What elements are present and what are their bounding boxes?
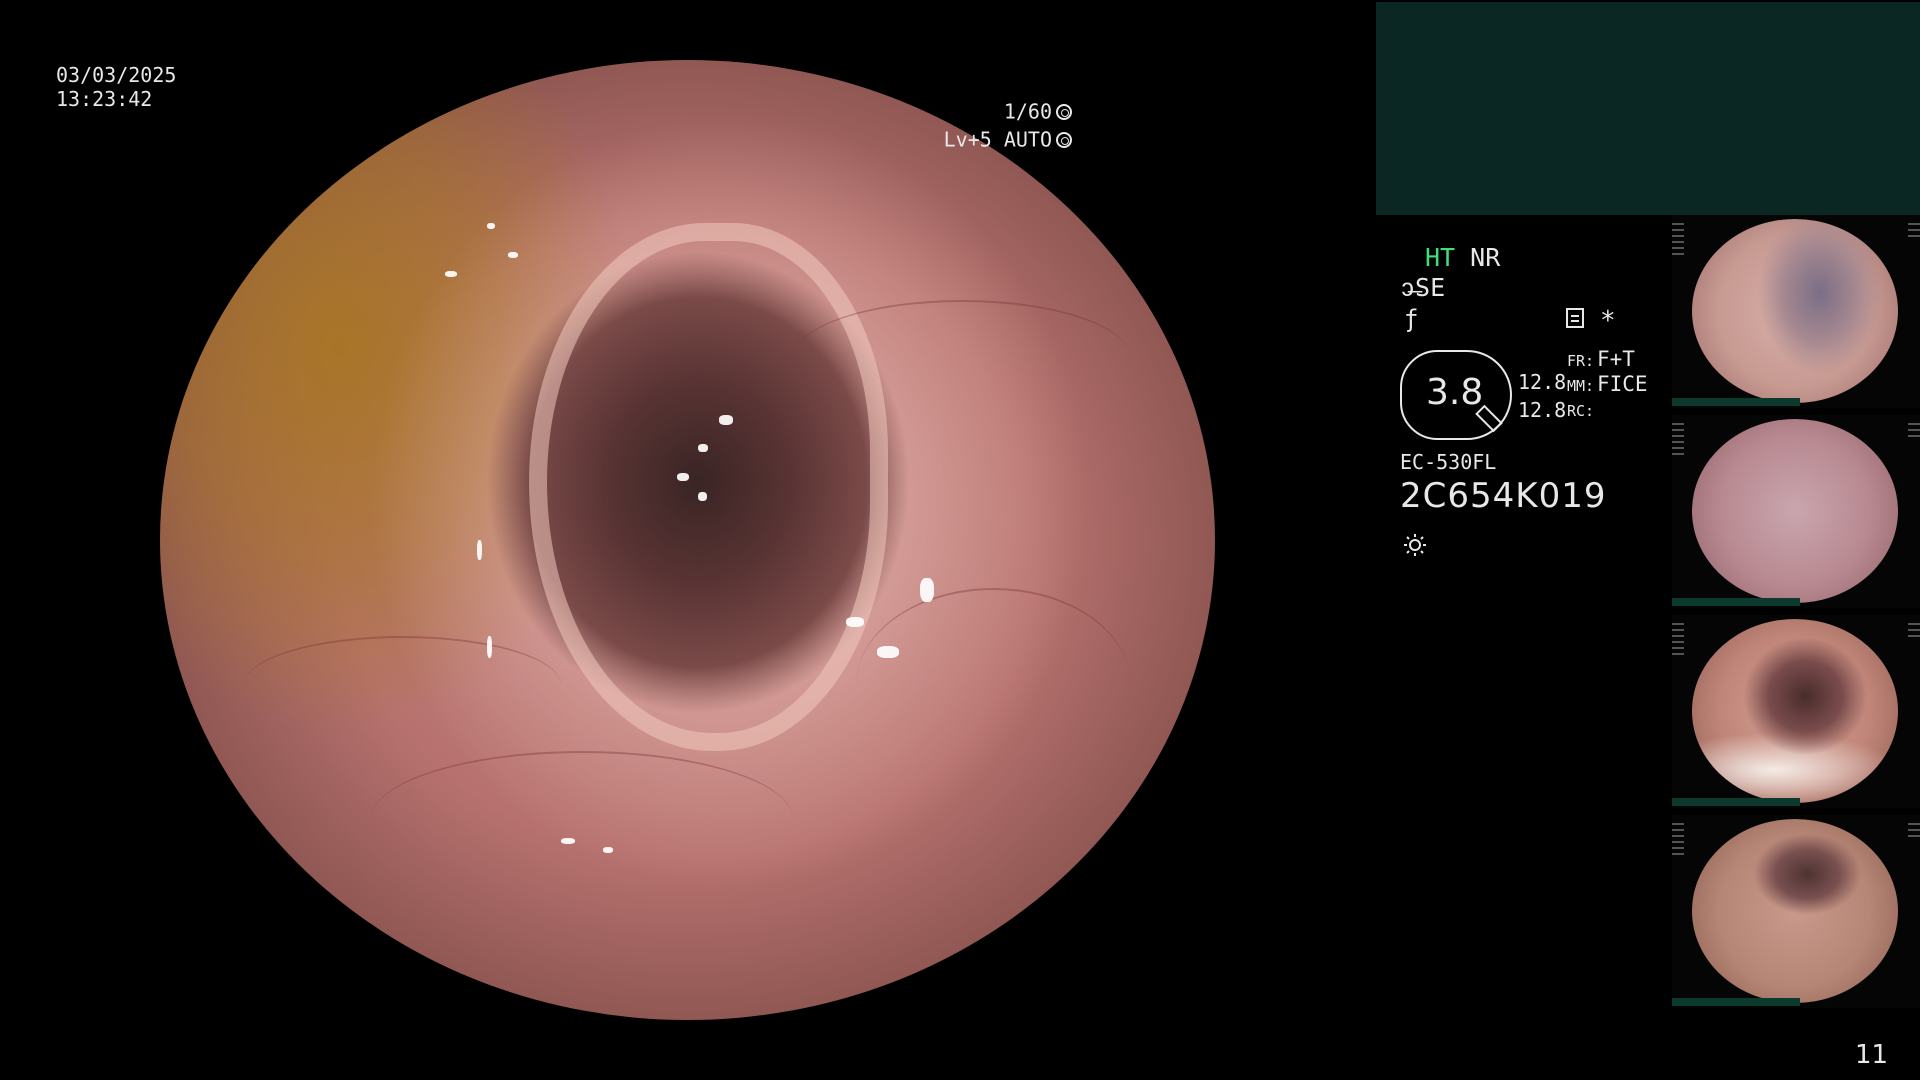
thumbnail-4[interactable] [1672,815,1920,1008]
thumbnail-2[interactable] [1672,415,1920,608]
nr-label: NR [1470,243,1501,272]
shutter-readout: 1/60 [1004,98,1072,124]
star-indicator: * [1600,306,1616,336]
date-text: 03/03/2025 [56,63,177,87]
zoom-value: 3.8 [1426,372,1484,413]
scissor-icon: ↄ̶ [1400,273,1416,302]
endoscope-view [160,60,1215,1020]
fstop-symbol: ƒ [1404,305,1419,333]
info-panel-header [1376,2,1920,215]
thumbnail-3[interactable] [1672,615,1920,808]
fr-label: FR: [1567,352,1595,370]
shutter-text: 1/60 [1003,99,1052,124]
sun-icon [1404,534,1426,556]
datetime-readout: 03/03/2025 13:23:42 [56,63,176,111]
ht-label: HT [1425,243,1456,272]
lumen-fold [529,223,888,752]
se-status: ↄ̶SE [1400,273,1445,304]
scope-serial: 2C654K019 [1400,476,1607,516]
rec-icon [1566,308,1584,328]
mm-label: MM: [1567,377,1595,395]
thumbnail-1[interactable] [1672,215,1920,408]
mm-value: FICE [1597,372,1648,396]
level-text: Lv+5 AUTO [943,127,1052,152]
ht-nr-status: HT NR [1425,243,1500,272]
zoom-mm-value-2: 12.8 [1518,398,1567,422]
auto-exposure-icon [1056,131,1072,148]
scope-model: EC-530FL [1400,450,1497,474]
rc-label: RC: [1567,402,1595,420]
fr-value: F+T [1597,347,1635,371]
zoom-mm-value-1: 12.8 [1518,370,1567,394]
shutter-icon [1056,103,1072,120]
se-label: SE [1415,273,1446,302]
time-text: 13:23:42 [56,87,153,111]
exposure-readout: Lv+5 AUTO [944,126,1072,152]
page-number: 11 [1855,1040,1889,1070]
